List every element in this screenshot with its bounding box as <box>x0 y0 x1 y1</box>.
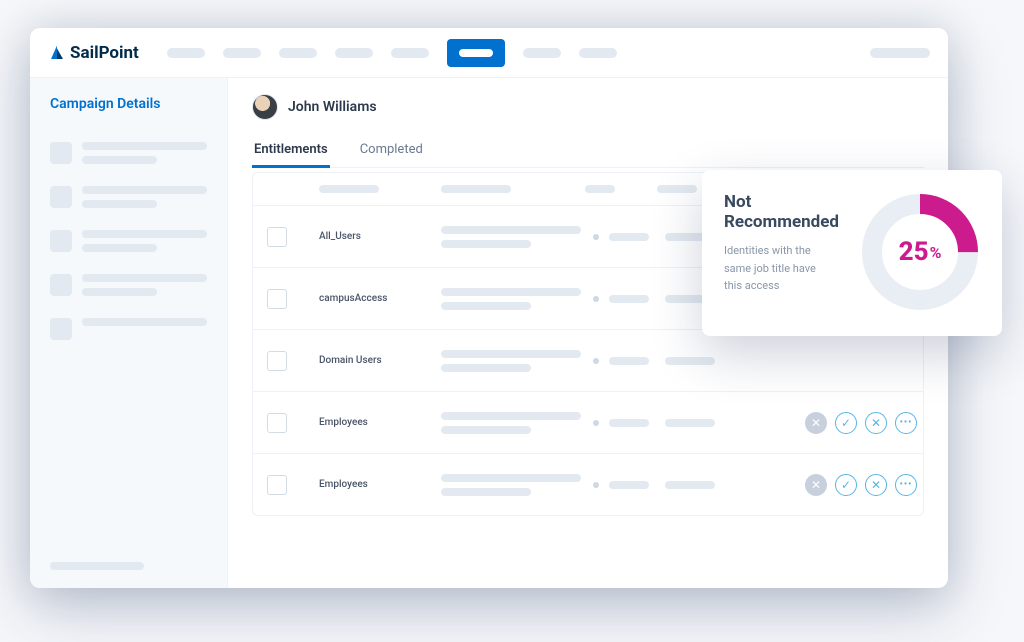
approve-icon[interactable]: ✓ <box>835 412 857 434</box>
nav-tab-1[interactable] <box>167 48 205 58</box>
nav-tab-3[interactable] <box>279 48 317 58</box>
row-checkbox[interactable] <box>267 289 287 309</box>
recommendation-popover: Not Recommended Identities with the same… <box>702 170 1002 336</box>
reject-icon[interactable]: ✕ <box>805 412 827 434</box>
sidebar-item-icon <box>50 274 72 296</box>
more-icon[interactable]: ••• <box>895 474 917 496</box>
sidebar-item-5[interactable] <box>50 318 207 340</box>
donut-value: 25% <box>860 192 980 312</box>
sidebar: Campaign Details <box>30 78 228 588</box>
sidebar-title: Campaign Details <box>50 96 207 112</box>
sidebar-footer <box>50 562 144 570</box>
entitlement-name: All_Users <box>319 231 429 242</box>
entitlement-name: Domain Users <box>319 355 429 366</box>
col-status[interactable] <box>585 185 615 193</box>
col-meta[interactable] <box>657 185 697 193</box>
content-tabs: Entitlements Completed <box>252 134 924 168</box>
nav-tab-2[interactable] <box>223 48 261 58</box>
top-nav: SailPoint <box>30 28 948 78</box>
nav-tab-active[interactable] <box>447 39 505 67</box>
brand-logo[interactable]: SailPoint <box>48 43 139 63</box>
tab-completed[interactable]: Completed <box>358 134 425 167</box>
deny-icon[interactable]: ✕ <box>865 412 887 434</box>
nav-tab-6[interactable] <box>523 48 561 58</box>
sidebar-item-icon <box>50 186 72 208</box>
sail-icon <box>48 44 66 62</box>
table-row: Employees ✕ ✓ ✕ ••• <box>253 391 923 453</box>
donut-chart: 25% <box>860 192 980 312</box>
table-row: Domain Users <box>253 329 923 391</box>
entitlement-name: Employees <box>319 479 429 490</box>
nav-tab-5[interactable] <box>391 48 429 58</box>
reject-icon[interactable]: ✕ <box>805 474 827 496</box>
approve-icon[interactable]: ✓ <box>835 474 857 496</box>
col-desc[interactable] <box>441 185 511 193</box>
sidebar-item-icon <box>50 318 72 340</box>
nav-tab-7[interactable] <box>579 48 617 58</box>
row-checkbox[interactable] <box>267 227 287 247</box>
user-header: John Williams <box>252 94 924 120</box>
sidebar-item-3[interactable] <box>50 230 207 252</box>
row-actions: ✕ ✓ ✕ ••• <box>777 474 917 496</box>
sidebar-item-4[interactable] <box>50 274 207 296</box>
avatar[interactable] <box>252 94 278 120</box>
row-checkbox[interactable] <box>267 351 287 371</box>
popover-description: Identities with the same job title have … <box>724 242 834 295</box>
deny-icon[interactable]: ✕ <box>865 474 887 496</box>
sidebar-item-icon <box>50 142 72 164</box>
col-name[interactable] <box>319 185 379 193</box>
brand-name: SailPoint <box>70 43 139 63</box>
nav-tabs <box>167 39 930 67</box>
row-checkbox[interactable] <box>267 413 287 433</box>
sidebar-item-icon <box>50 230 72 252</box>
entitlement-name: Employees <box>319 417 429 428</box>
more-icon[interactable]: ••• <box>895 412 917 434</box>
nav-tab-4[interactable] <box>335 48 373 58</box>
user-name: John Williams <box>288 99 377 115</box>
popover-title: Not Recommended <box>724 192 846 232</box>
row-actions: ✕ ✓ ✕ ••• <box>777 412 917 434</box>
tab-entitlements[interactable]: Entitlements <box>252 134 330 168</box>
sidebar-item-2[interactable] <box>50 186 207 208</box>
entitlement-name: campusAccess <box>319 293 429 304</box>
sidebar-item-1[interactable] <box>50 142 207 164</box>
table-row: Employees ✕ ✓ ✕ ••• <box>253 453 923 515</box>
row-checkbox[interactable] <box>267 475 287 495</box>
nav-tab-right[interactable] <box>870 48 930 58</box>
